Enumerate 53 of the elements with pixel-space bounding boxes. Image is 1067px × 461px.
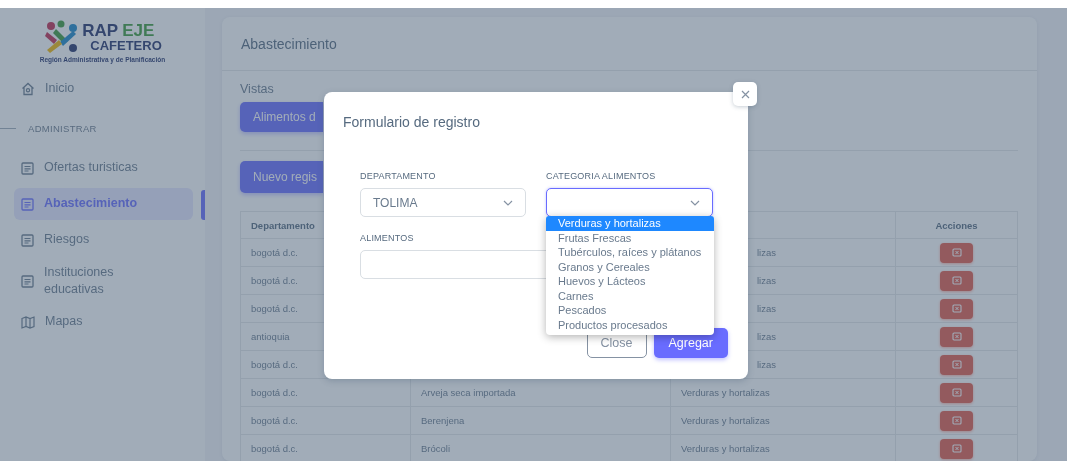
- logo-text: EJE: [122, 22, 155, 39]
- chevron-icon: [690, 199, 700, 206]
- table-cell: Berenjena: [410, 406, 671, 435]
- delete-button[interactable]: [940, 354, 973, 375]
- close-icon: [740, 89, 750, 99]
- chevron-icon: [503, 199, 513, 206]
- delete-icon: [951, 415, 962, 426]
- delete-button[interactable]: [940, 242, 973, 263]
- delete-button[interactable]: [940, 438, 973, 459]
- table-cell: bogotá d.c.: [240, 434, 411, 461]
- delete-button[interactable]: [940, 326, 973, 347]
- sidebar-item[interactable]: Mapas: [14, 306, 193, 338]
- delete-button[interactable]: [940, 298, 973, 319]
- delete-icon: [951, 443, 962, 454]
- document-icon: [21, 197, 34, 211]
- delete-icon: [951, 387, 962, 398]
- select-field[interactable]: TOLIMA: [360, 188, 526, 217]
- sidebar-item[interactable]: Ofertas turisticas: [14, 152, 193, 184]
- sidebar-item[interactable]: Riesgos: [14, 224, 193, 256]
- section-label: ADMINISTRAR: [0, 123, 205, 134]
- select-field[interactable]: [546, 188, 713, 217]
- new-record-button[interactable]: Nuevo regis: [240, 161, 323, 193]
- section-label: Vistas: [240, 82, 274, 96]
- delete-button[interactable]: [940, 410, 973, 431]
- dropdown-option[interactable]: Verduras y hortalizas: [546, 216, 714, 231]
- home-icon: [21, 82, 35, 96]
- delete-icon: [951, 275, 962, 286]
- sidebar-item[interactable]: Instituciones educativas: [14, 260, 193, 302]
- table-cell: bogotá d.c.: [240, 406, 411, 435]
- delete-icon: [951, 359, 962, 370]
- logo-icon: [43, 20, 80, 54]
- table-cell: Verduras y hortalizas: [670, 406, 896, 435]
- document-icon: [21, 233, 34, 247]
- column-header: Acciones: [895, 211, 1018, 239]
- logo-text: RAP: [82, 22, 119, 39]
- modal-title: Formulario de registro: [343, 114, 480, 130]
- field-label: DEPARTAMENTO: [360, 171, 436, 181]
- delete-icon: [951, 247, 962, 258]
- delete-icon: [951, 303, 962, 314]
- sidebar-item[interactable]: Inicio: [14, 73, 193, 105]
- document-icon: [21, 161, 34, 175]
- close-button[interactable]: [733, 82, 757, 106]
- delete-button[interactable]: [940, 270, 973, 291]
- logo-text: CAFETERO: [90, 39, 162, 52]
- card-title: Abastecimiento: [241, 35, 337, 52]
- document-icon: [21, 274, 34, 288]
- map-icon: [21, 315, 35, 329]
- active-indicator: [201, 190, 205, 220]
- delete-icon: [951, 331, 962, 342]
- delete-button[interactable]: [940, 382, 973, 403]
- view-button[interactable]: Alimentos d: [240, 102, 323, 132]
- sidebar-item[interactable]: Abastecimiento: [14, 188, 193, 220]
- field-label: CATEGORIA ALIMENTOS: [546, 171, 656, 181]
